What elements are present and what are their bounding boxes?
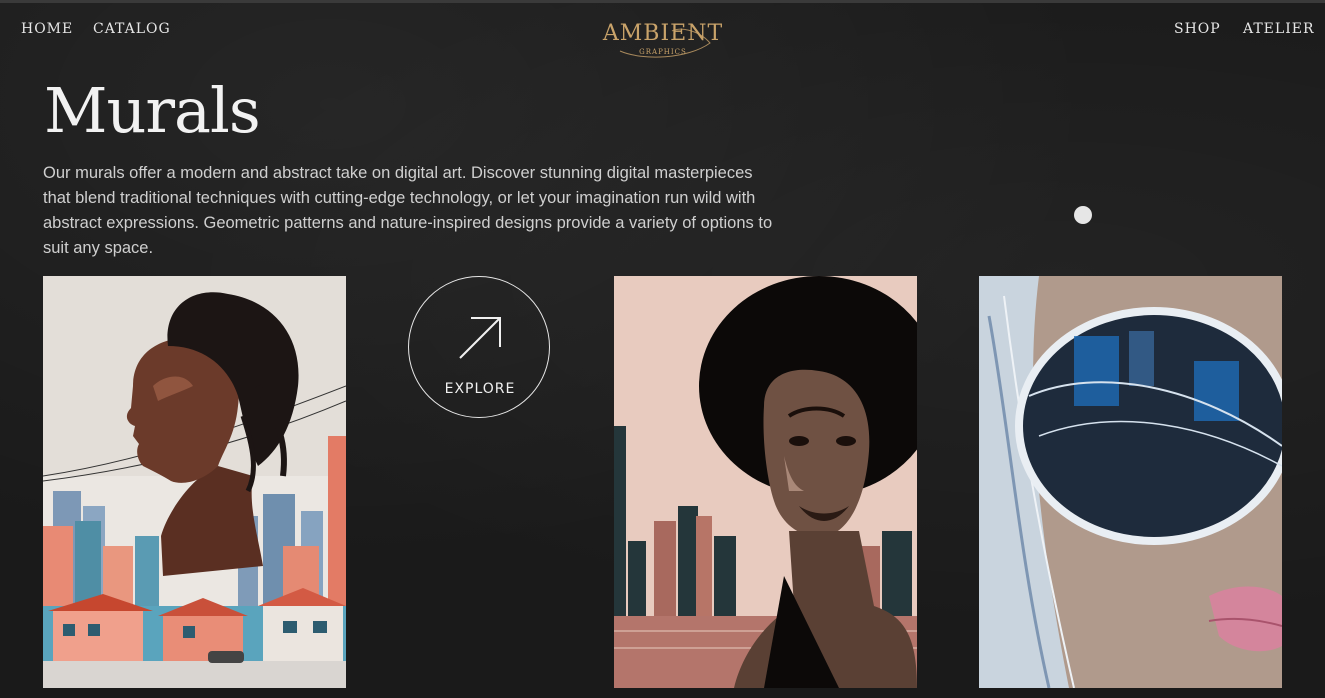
top-nav: HOME CATALOG AMBIENT GRAPHICS SHOP ATELI… [0,3,1325,58]
page-description: Our murals offer a modern and abstract t… [43,164,773,257]
logo-swoosh-icon [619,28,711,58]
mural-image-graffiti-sunglasses[interactable] [979,276,1282,688]
nav-shop-link[interactable]: SHOP [1174,21,1221,37]
explore-button[interactable]: EXPLORE [408,276,550,418]
mural-image-afro-skyline[interactable] [614,276,917,688]
mural-image-profile-city[interactable] [43,276,346,688]
nav-home-link[interactable]: HOME [21,21,73,37]
nav-catalog-link[interactable]: CATALOG [93,21,171,37]
explore-label: EXPLORE [444,381,516,397]
cursor-dot [1074,206,1092,224]
page-title: Murals [44,74,261,147]
brand-logo[interactable]: AMBIENT GRAPHICS [598,21,728,69]
nav-atelier-link[interactable]: ATELIER [1243,21,1315,37]
arrow-up-right-icon [459,317,501,359]
